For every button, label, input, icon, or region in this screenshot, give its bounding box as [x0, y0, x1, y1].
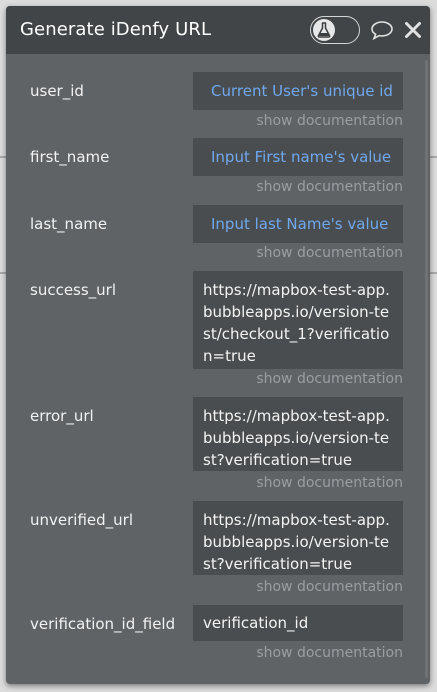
first-name-input[interactable]: Input First name's value	[193, 138, 403, 176]
unverified-url-input[interactable]: https://mapbox-test-app.bubbleapps.io/ve…	[193, 501, 403, 575]
property-editor-panel: Generate iDenfy URL user_id Current User…	[6, 6, 430, 684]
speech-bubble-icon[interactable]	[370, 20, 394, 40]
field-label-error-url: error_url	[30, 407, 94, 425]
success-url-input[interactable]: https://mapbox-test-app.bubbleapps.io/ve…	[193, 271, 403, 369]
show-documentation-link[interactable]: show documentation	[256, 245, 403, 261]
panel-scrollbar[interactable]	[425, 60, 428, 678]
show-documentation-link[interactable]: show documentation	[256, 371, 403, 387]
show-documentation-link[interactable]: show documentation	[256, 113, 403, 129]
user-id-input[interactable]: Current User's unique id	[193, 72, 403, 110]
show-documentation-link[interactable]: show documentation	[256, 179, 403, 195]
field-label-verification-id-field: verification_id_field	[30, 615, 176, 633]
debug-toggle[interactable]	[310, 16, 360, 44]
show-documentation-link[interactable]: show documentation	[256, 475, 403, 491]
show-documentation-link[interactable]: show documentation	[256, 645, 403, 661]
error-url-input[interactable]: https://mapbox-test-app.bubbleapps.io/ve…	[193, 397, 403, 471]
flask-icon	[317, 22, 331, 38]
last-name-input[interactable]: Input last Name's value	[193, 205, 403, 243]
field-label-last-name: last_name	[30, 215, 108, 233]
field-label-success-url: success_url	[30, 281, 117, 299]
show-documentation-link[interactable]: show documentation	[256, 579, 403, 595]
toggle-knob	[313, 19, 335, 41]
field-label-user-id: user_id	[30, 82, 84, 100]
verification-id-field-input[interactable]: verification_id	[193, 605, 403, 641]
field-label-first-name: first_name	[30, 148, 110, 166]
field-label-unverified-url: unverified_url	[30, 511, 133, 529]
panel-title: Generate iDenfy URL	[20, 19, 212, 40]
panel-header[interactable]: Generate iDenfy URL	[6, 6, 430, 54]
close-icon[interactable]	[404, 21, 422, 39]
